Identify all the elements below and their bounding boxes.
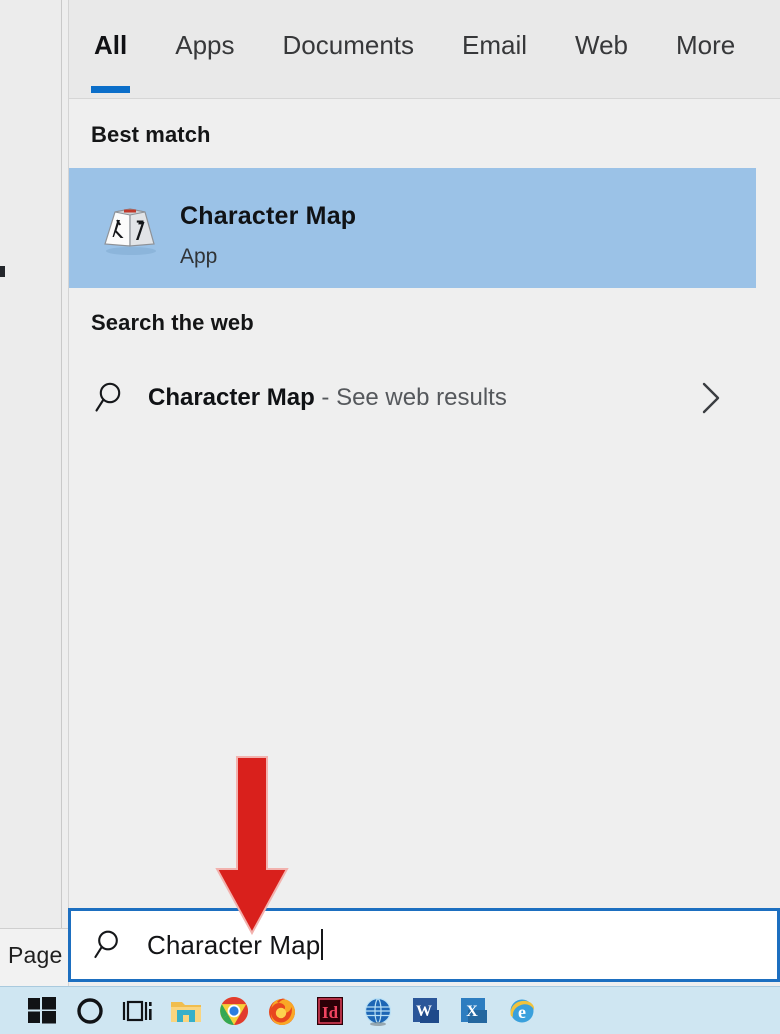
svg-text:Id: Id: [322, 1003, 339, 1022]
tab-web[interactable]: Web: [575, 0, 628, 99]
taskbar: Id W X e: [0, 986, 780, 1034]
best-match-heading: Best match: [91, 122, 211, 147]
search-input-value[interactable]: Character Map: [147, 929, 324, 961]
background-page-label: Page: [8, 942, 63, 968]
screen: Page All Apps Documents Email Web More B…: [0, 0, 780, 1034]
svg-text:X: X: [466, 1003, 478, 1020]
web-result-hint: See web results: [336, 384, 507, 411]
web-result-query: Character Map: [148, 384, 315, 411]
tab-documents-label: Documents: [282, 30, 415, 60]
tab-email[interactable]: Email: [462, 0, 527, 99]
tab-apps[interactable]: Apps: [175, 0, 234, 99]
svg-text:W: W: [416, 1003, 432, 1020]
text-cursor: [321, 929, 324, 960]
task-view-button[interactable]: [114, 991, 162, 1031]
background-window-fragment: [0, 266, 5, 277]
search-tab-strip: All Apps Documents Email Web More: [69, 0, 780, 99]
search-icon: [93, 927, 129, 963]
search-tabs: All Apps Documents Email Web More: [69, 0, 735, 99]
background-window-pane: [0, 0, 62, 986]
chevron-right-icon[interactable]: [698, 380, 724, 416]
search-input-text: Character Map: [147, 930, 321, 960]
globe-icon[interactable]: [354, 991, 402, 1031]
tab-more-label: More: [676, 30, 736, 60]
chrome-icon[interactable]: [210, 991, 258, 1031]
start-button[interactable]: [18, 991, 66, 1031]
best-match-title: Character Map: [180, 202, 357, 230]
firefox-icon[interactable]: [258, 991, 306, 1031]
search-the-web-heading: Search the web: [91, 310, 254, 335]
tab-email-label: Email: [462, 30, 528, 60]
indesign-icon[interactable]: Id: [306, 991, 354, 1031]
tab-documents[interactable]: Documents: [283, 0, 415, 99]
best-match-result-character-map[interactable]: Character Map App: [69, 168, 756, 288]
tab-more[interactable]: More: [676, 0, 735, 99]
character-map-icon: [97, 196, 161, 260]
file-explorer-icon[interactable]: [162, 991, 210, 1031]
web-result-row[interactable]: Character Map - See web results: [69, 364, 756, 432]
word-icon[interactable]: W: [402, 991, 450, 1031]
search-icon: [94, 379, 132, 417]
search-input-box[interactable]: Character Map: [68, 908, 780, 982]
tab-all-label: All: [94, 30, 128, 60]
cortana-button[interactable]: [66, 991, 114, 1031]
web-result-text: Character Map - See web results: [148, 384, 507, 412]
search-flyout-panel: All Apps Documents Email Web More Best m…: [68, 0, 780, 986]
tab-apps-label: Apps: [175, 30, 235, 60]
best-match-subtitle: App: [180, 245, 218, 268]
svg-text:e: e: [518, 1002, 526, 1022]
excel-icon[interactable]: X: [450, 991, 498, 1031]
web-result-separator: -: [314, 384, 337, 411]
tab-all[interactable]: All: [90, 0, 131, 99]
tab-web-label: Web: [575, 30, 629, 60]
internet-explorer-icon[interactable]: e: [498, 991, 546, 1031]
